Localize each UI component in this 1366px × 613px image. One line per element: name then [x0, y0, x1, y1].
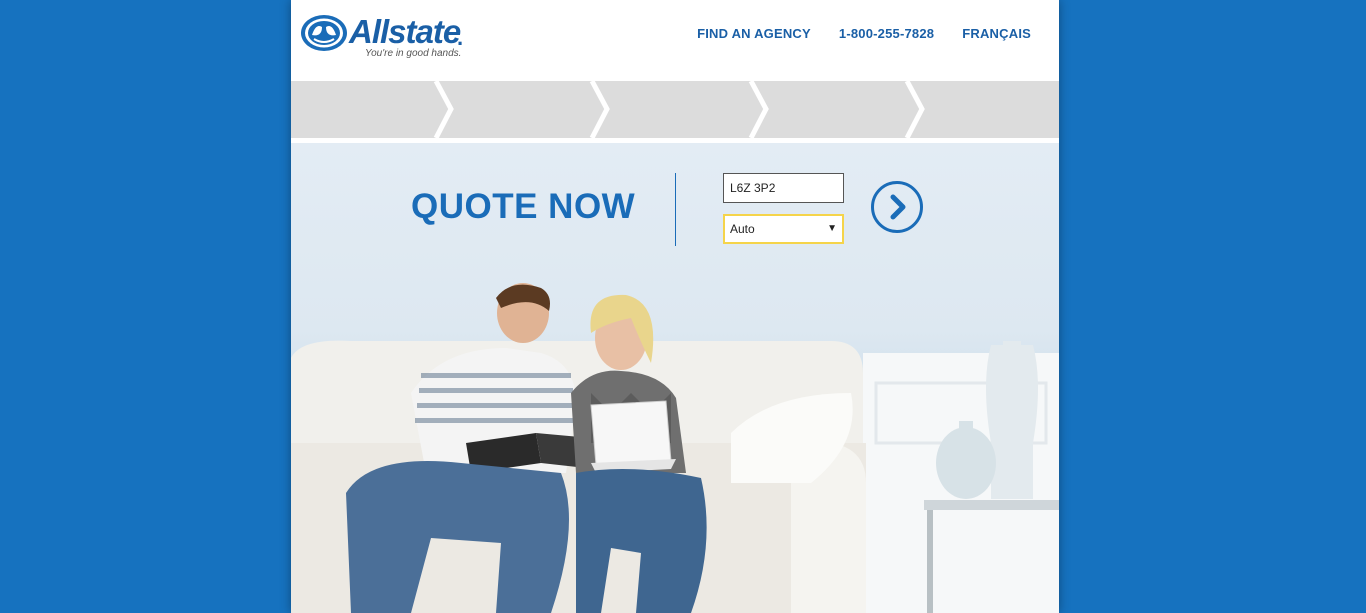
- product-select[interactable]: Auto ▼: [723, 214, 844, 244]
- find-agency-link[interactable]: FIND AN AGENCY: [697, 26, 811, 41]
- postal-code-input[interactable]: [723, 173, 844, 203]
- step-chevrons: [433, 81, 925, 138]
- quote-divider: [675, 173, 676, 246]
- language-link[interactable]: FRANÇAIS: [962, 26, 1031, 41]
- page-container: Allstate . You're in good hands. FIND AN…: [291, 0, 1059, 613]
- chevron-right-icon: [890, 194, 906, 220]
- brand-logo[interactable]: Allstate . You're in good hands.: [300, 13, 470, 63]
- header: Allstate . You're in good hands. FIND AN…: [291, 0, 1059, 81]
- brand-wordmark: Allstate: [349, 13, 461, 50]
- chevron-down-icon: ▼: [827, 223, 837, 234]
- top-nav: FIND AN AGENCY 1-800-255-7828 FRANÇAIS: [697, 26, 1031, 41]
- progress-steps-bar: [291, 81, 1059, 138]
- brand-tagline: You're in good hands.: [365, 48, 462, 59]
- product-select-value: Auto: [730, 222, 755, 236]
- hero-section: QUOTE NOW Auto ▼: [291, 143, 1059, 613]
- get-quote-button[interactable]: [871, 181, 923, 233]
- allstate-hands-icon: [301, 15, 347, 51]
- phone-link[interactable]: 1-800-255-7828: [839, 26, 934, 41]
- quote-now-heading: QUOTE NOW: [411, 187, 636, 226]
